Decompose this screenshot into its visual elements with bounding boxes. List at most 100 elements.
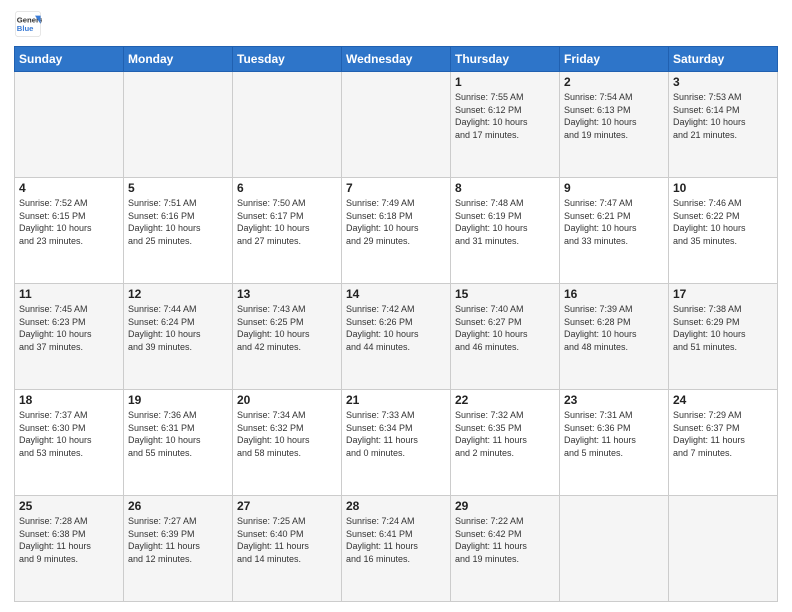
header: General Blue [14, 10, 778, 38]
calendar-day-cell: 28 Sunrise: 7:24 AM Sunset: 6:41 PM Dayli… [342, 496, 451, 602]
calendar-day-cell: 7 Sunrise: 7:49 AM Sunset: 6:18 PM Daylig… [342, 178, 451, 284]
day-number: 6 [237, 181, 337, 195]
calendar-week-row: 4Sunrise: 7:52 AM Sunset: 6:15 PM Daylig… [15, 178, 778, 284]
day-number: 21 [346, 393, 446, 407]
day-number: 12 [128, 287, 228, 301]
calendar-day-cell: 14 Sunrise: 7:42 AM Sunset: 6:26 PM Dayli… [342, 284, 451, 390]
day-info-text: Sunrise: 7:55 AM Sunset: 6:12 PM Dayligh… [455, 91, 555, 141]
day-info-text: Sunrise: 7:29 AM Sunset: 6:37 PM Dayligh… [673, 409, 773, 459]
day-number: 28 [346, 499, 446, 513]
day-number: 15 [455, 287, 555, 301]
calendar-week-row: 25 Sunrise: 7:28 AM Sunset: 6:38 PM Dayli… [15, 496, 778, 602]
day-info-text: Sunrise: 7:47 AM Sunset: 6:21 PM Dayligh… [564, 197, 664, 247]
day-info-text: Sunrise: 7:24 AM Sunset: 6:41 PM Dayligh… [346, 515, 446, 565]
day-info-text: Sunrise: 7:37 AM Sunset: 6:30 PM Dayligh… [19, 409, 119, 459]
day-number: 25 [19, 499, 119, 513]
day-number: 8 [455, 181, 555, 195]
day-info-text: Sunrise: 7:31 AM Sunset: 6:36 PM Dayligh… [564, 409, 664, 459]
day-number: 29 [455, 499, 555, 513]
day-number: 2 [564, 75, 664, 89]
day-number: 1 [455, 75, 555, 89]
page: General Blue SundayMondayTuesdayWednesda… [0, 0, 792, 612]
day-number: 10 [673, 181, 773, 195]
weekday-header: Tuesday [233, 47, 342, 72]
calendar-day-cell: 27Sunrise: 7:25 AM Sunset: 6:40 PM Dayli… [233, 496, 342, 602]
calendar-day-cell: 22 Sunrise: 7:32 AM Sunset: 6:35 PM Dayli… [451, 390, 560, 496]
calendar-day-cell: 10 Sunrise: 7:46 AM Sunset: 6:22 PM Dayli… [669, 178, 778, 284]
weekday-header: Wednesday [342, 47, 451, 72]
weekday-header: Thursday [451, 47, 560, 72]
calendar-day-cell: 2 Sunrise: 7:54 AM Sunset: 6:13 PM Daylig… [560, 72, 669, 178]
calendar-week-row: 18Sunrise: 7:37 AM Sunset: 6:30 PM Dayli… [15, 390, 778, 496]
calendar-day-cell: 20Sunrise: 7:34 AM Sunset: 6:32 PM Dayli… [233, 390, 342, 496]
calendar-day-cell: 3 Sunrise: 7:53 AM Sunset: 6:14 PM Daylig… [669, 72, 778, 178]
day-number: 3 [673, 75, 773, 89]
calendar-day-cell: 6 Sunrise: 7:50 AM Sunset: 6:17 PM Daylig… [233, 178, 342, 284]
day-info-text: Sunrise: 7:49 AM Sunset: 6:18 PM Dayligh… [346, 197, 446, 247]
calendar-day-cell: 11 Sunrise: 7:45 AM Sunset: 6:23 PM Dayli… [15, 284, 124, 390]
calendar-day-cell: 1 Sunrise: 7:55 AM Sunset: 6:12 PM Daylig… [451, 72, 560, 178]
calendar-day-cell [124, 72, 233, 178]
day-number: 27 [237, 499, 337, 513]
day-info-text: Sunrise: 7:36 AM Sunset: 6:31 PM Dayligh… [128, 409, 228, 459]
calendar-day-cell: 25 Sunrise: 7:28 AM Sunset: 6:38 PM Dayli… [15, 496, 124, 602]
day-info-text: Sunrise: 7:53 AM Sunset: 6:14 PM Dayligh… [673, 91, 773, 141]
day-info-text: Sunrise: 7:48 AM Sunset: 6:19 PM Dayligh… [455, 197, 555, 247]
calendar-day-cell [233, 72, 342, 178]
day-info-text: Sunrise: 7:34 AM Sunset: 6:32 PM Dayligh… [237, 409, 337, 459]
weekday-header: Monday [124, 47, 233, 72]
day-info-text: Sunrise: 7:32 AM Sunset: 6:35 PM Dayligh… [455, 409, 555, 459]
day-number: 24 [673, 393, 773, 407]
day-info-text: Sunrise: 7:54 AM Sunset: 6:13 PM Dayligh… [564, 91, 664, 141]
day-number: 9 [564, 181, 664, 195]
calendar-day-cell: 29 Sunrise: 7:22 AM Sunset: 6:42 PM Dayli… [451, 496, 560, 602]
day-info-text: Sunrise: 7:38 AM Sunset: 6:29 PM Dayligh… [673, 303, 773, 353]
calendar-day-cell [342, 72, 451, 178]
calendar-day-cell: 24 Sunrise: 7:29 AM Sunset: 6:37 PM Dayli… [669, 390, 778, 496]
calendar-day-cell [669, 496, 778, 602]
calendar-day-cell [15, 72, 124, 178]
calendar-day-cell: 12Sunrise: 7:44 AM Sunset: 6:24 PM Dayli… [124, 284, 233, 390]
day-info-text: Sunrise: 7:51 AM Sunset: 6:16 PM Dayligh… [128, 197, 228, 247]
calendar-day-cell: 15 Sunrise: 7:40 AM Sunset: 6:27 PM Dayli… [451, 284, 560, 390]
day-number: 17 [673, 287, 773, 301]
weekday-header: Saturday [669, 47, 778, 72]
day-info-text: Sunrise: 7:33 AM Sunset: 6:34 PM Dayligh… [346, 409, 446, 459]
calendar-week-row: 1 Sunrise: 7:55 AM Sunset: 6:12 PM Daylig… [15, 72, 778, 178]
day-info-text: Sunrise: 7:46 AM Sunset: 6:22 PM Dayligh… [673, 197, 773, 247]
day-info-text: Sunrise: 7:43 AM Sunset: 6:25 PM Dayligh… [237, 303, 337, 353]
day-number: 16 [564, 287, 664, 301]
day-number: 14 [346, 287, 446, 301]
day-info-text: Sunrise: 7:42 AM Sunset: 6:26 PM Dayligh… [346, 303, 446, 353]
day-number: 13 [237, 287, 337, 301]
weekday-header: Friday [560, 47, 669, 72]
calendar-day-cell: 21 Sunrise: 7:33 AM Sunset: 6:34 PM Dayli… [342, 390, 451, 496]
day-info-text: Sunrise: 7:27 AM Sunset: 6:39 PM Dayligh… [128, 515, 228, 565]
day-info-text: Sunrise: 7:40 AM Sunset: 6:27 PM Dayligh… [455, 303, 555, 353]
calendar-day-cell: 4Sunrise: 7:52 AM Sunset: 6:15 PM Daylig… [15, 178, 124, 284]
calendar-day-cell: 9 Sunrise: 7:47 AM Sunset: 6:21 PM Daylig… [560, 178, 669, 284]
calendar-day-cell: 13 Sunrise: 7:43 AM Sunset: 6:25 PM Dayli… [233, 284, 342, 390]
calendar-week-row: 11 Sunrise: 7:45 AM Sunset: 6:23 PM Dayli… [15, 284, 778, 390]
calendar-day-cell: 17 Sunrise: 7:38 AM Sunset: 6:29 PM Dayli… [669, 284, 778, 390]
day-info-text: Sunrise: 7:28 AM Sunset: 6:38 PM Dayligh… [19, 515, 119, 565]
day-number: 7 [346, 181, 446, 195]
calendar-day-cell: 23 Sunrise: 7:31 AM Sunset: 6:36 PM Dayli… [560, 390, 669, 496]
weekday-header: Sunday [15, 47, 124, 72]
day-info-text: Sunrise: 7:50 AM Sunset: 6:17 PM Dayligh… [237, 197, 337, 247]
day-number: 5 [128, 181, 228, 195]
day-number: 22 [455, 393, 555, 407]
logo: General Blue [14, 10, 42, 38]
day-number: 11 [19, 287, 119, 301]
calendar-day-cell: 8 Sunrise: 7:48 AM Sunset: 6:19 PM Daylig… [451, 178, 560, 284]
logo-icon: General Blue [14, 10, 42, 38]
calendar-day-cell: 18Sunrise: 7:37 AM Sunset: 6:30 PM Dayli… [15, 390, 124, 496]
calendar-day-cell: 19 Sunrise: 7:36 AM Sunset: 6:31 PM Dayli… [124, 390, 233, 496]
calendar-day-cell: 26Sunrise: 7:27 AM Sunset: 6:39 PM Dayli… [124, 496, 233, 602]
day-number: 23 [564, 393, 664, 407]
day-info-text: Sunrise: 7:22 AM Sunset: 6:42 PM Dayligh… [455, 515, 555, 565]
calendar-table: SundayMondayTuesdayWednesdayThursdayFrid… [14, 46, 778, 602]
calendar-day-cell [560, 496, 669, 602]
day-info-text: Sunrise: 7:45 AM Sunset: 6:23 PM Dayligh… [19, 303, 119, 353]
day-number: 19 [128, 393, 228, 407]
